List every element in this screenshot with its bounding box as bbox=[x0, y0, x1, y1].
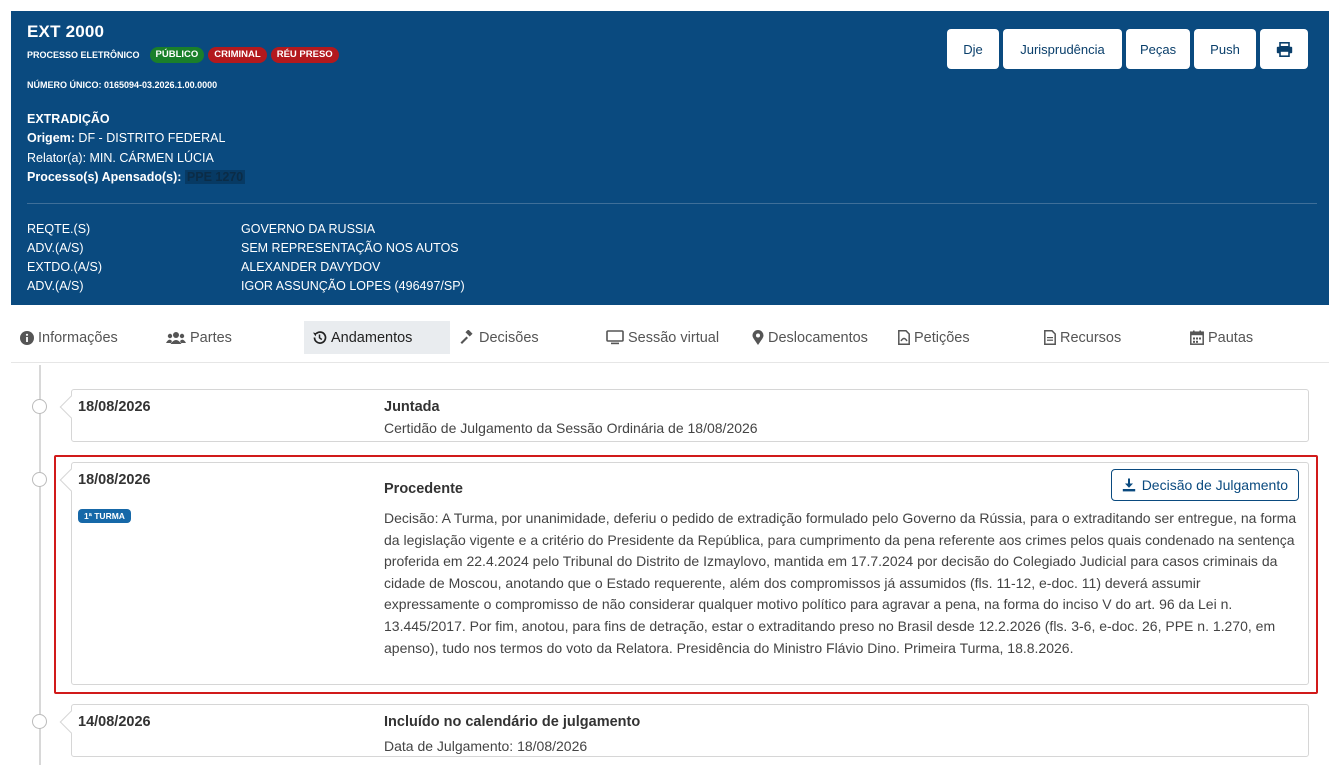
calendar-icon bbox=[1190, 330, 1204, 345]
turma-badge: 1ª TURMA bbox=[78, 509, 131, 523]
monitor-icon bbox=[606, 330, 624, 345]
info-icon bbox=[20, 330, 34, 345]
tab-peticoes[interactable]: Petições bbox=[890, 321, 978, 354]
entry-date: 18/08/2026 bbox=[78, 399, 151, 415]
party-label: EXTDO.(A/S) bbox=[27, 260, 103, 274]
tab-deslocamentos[interactable]: Deslocamentos bbox=[744, 321, 876, 354]
tab-label: Sessão virtual bbox=[628, 329, 720, 346]
push-button[interactable]: Push bbox=[1194, 29, 1256, 69]
entry-title: Juntada bbox=[384, 399, 440, 415]
tab-label: Recursos bbox=[1060, 329, 1122, 346]
criminal-badge: CRIMINAL bbox=[208, 47, 267, 63]
tab-partes[interactable]: Partes bbox=[158, 321, 240, 354]
tab-label: Deslocamentos bbox=[768, 329, 868, 346]
entry-text: Data de Julgamento: 18/08/2026 bbox=[384, 738, 588, 754]
party-label: ADV.(A/S) bbox=[27, 279, 84, 293]
decisao-julgamento-button[interactable]: Decisão de Julgamento bbox=[1110, 469, 1299, 501]
party-label: ADV.(A/S) bbox=[27, 241, 84, 255]
timeline-entry: 14/08/2026 Incluído no calendário de jul… bbox=[59, 704, 1309, 757]
electronic-process-label: PROCESSO ELETRÔNICO bbox=[27, 50, 140, 60]
dje-button[interactable]: Dje bbox=[947, 29, 999, 69]
timeline-dot bbox=[32, 714, 47, 729]
tab-label: Informações bbox=[38, 329, 118, 346]
origin-line: Origem: DF - DISTRITO FEDERAL bbox=[27, 131, 225, 145]
tab-informacoes[interactable]: Informações bbox=[12, 321, 126, 354]
page: EXT 2000 PROCESSO ELETRÔNICO PÚBLICO CRI… bbox=[0, 0, 1337, 765]
history-icon bbox=[313, 331, 327, 344]
party-value: GOVERNO DA RUSSIA bbox=[241, 222, 376, 236]
attached-processes-line: Processo(s) Apensado(s): PPE 1270 bbox=[27, 170, 246, 184]
party-label: REQTE.(S) bbox=[27, 222, 91, 236]
process-class: EXTRADIÇÃO bbox=[27, 112, 110, 126]
attached-process-link[interactable]: PPE 1270 bbox=[184, 170, 246, 184]
origin-label: Origem: bbox=[27, 131, 75, 145]
tab-label: Andamentos bbox=[331, 329, 413, 346]
entry-title: Incluído no calendário de julgamento bbox=[384, 714, 641, 730]
tab-label: Petições bbox=[914, 329, 970, 346]
tab-pautas[interactable]: Pautas bbox=[1182, 321, 1261, 354]
timeline-dot bbox=[32, 399, 47, 414]
print-icon bbox=[1276, 41, 1292, 57]
unique-number: NÚMERO ÚNICO: 0165094-03.2026.1.00.0000 bbox=[27, 80, 218, 90]
origin-value: DF - DISTRITO FEDERAL bbox=[78, 131, 226, 145]
print-button[interactable] bbox=[1260, 29, 1308, 69]
decisao-julgamento-label: Decisão de Julgamento bbox=[1141, 477, 1288, 493]
tab-label: Decisões bbox=[479, 329, 539, 346]
gavel-icon bbox=[460, 330, 473, 344]
header-divider bbox=[27, 203, 1317, 204]
pdf-file-icon bbox=[898, 330, 910, 345]
tab-label: Partes bbox=[190, 329, 232, 346]
tab-recursos[interactable]: Recursos bbox=[1036, 321, 1129, 354]
attached-processes-label: Processo(s) Apensado(s): bbox=[27, 170, 182, 184]
party-value: IGOR ASSUNÇÃO LOPES (496497/SP) bbox=[241, 279, 465, 293]
rapporteur: Relator(a): MIN. CÁRMEN LÚCIA bbox=[27, 151, 214, 165]
process-tabs: Informações Partes Andamentos Decisões S… bbox=[11, 305, 1329, 363]
jurisprudencia-button[interactable]: Jurisprudência bbox=[1003, 29, 1122, 69]
map-marker-icon bbox=[752, 330, 764, 345]
tab-sessao-virtual[interactable]: Sessão virtual bbox=[598, 321, 727, 354]
header-toolbar: Dje Jurisprudência Peças Push bbox=[947, 29, 1308, 69]
download-icon bbox=[1122, 478, 1135, 492]
entry-text: Decisão: A Turma, por unanimidade, defer… bbox=[384, 510, 1297, 656]
tab-andamentos[interactable]: Andamentos bbox=[304, 321, 450, 354]
process-badges: PROCESSO ELETRÔNICO PÚBLICO CRIMINAL RÉU… bbox=[27, 47, 339, 63]
process-title: EXT 2000 bbox=[27, 22, 105, 41]
tab-decisoes[interactable]: Decisões bbox=[451, 321, 547, 354]
entry-date: 14/08/2026 bbox=[78, 714, 151, 730]
pecas-button[interactable]: Peças bbox=[1126, 29, 1190, 69]
timeline-entry: 18/08/2026 Juntada Certidão de Julgament… bbox=[59, 389, 1309, 442]
process-header: EXT 2000 PROCESSO ELETRÔNICO PÚBLICO CRI… bbox=[11, 11, 1329, 305]
timeline-entry: 18/08/2026 1ª TURMA Procedente Decisão d… bbox=[59, 462, 1309, 685]
party-value: SEM REPRESENTAÇÃO NOS AUTOS bbox=[241, 241, 459, 255]
public-badge: PÚBLICO bbox=[149, 47, 205, 63]
entry-title: Procedente bbox=[384, 481, 463, 497]
defendant-arrested-badge: RÉU PRESO bbox=[270, 47, 339, 63]
entry-date: 18/08/2026 bbox=[78, 472, 151, 488]
users-icon bbox=[166, 331, 186, 344]
tab-label: Pautas bbox=[1208, 329, 1254, 346]
entry-text: Certidão de Julgamento da Sessão Ordinár… bbox=[384, 420, 758, 436]
party-value: ALEXANDER DAVYDOV bbox=[241, 260, 381, 274]
file-icon bbox=[1044, 330, 1056, 345]
timeline-line bbox=[39, 365, 41, 765]
timeline-dot bbox=[32, 472, 47, 487]
